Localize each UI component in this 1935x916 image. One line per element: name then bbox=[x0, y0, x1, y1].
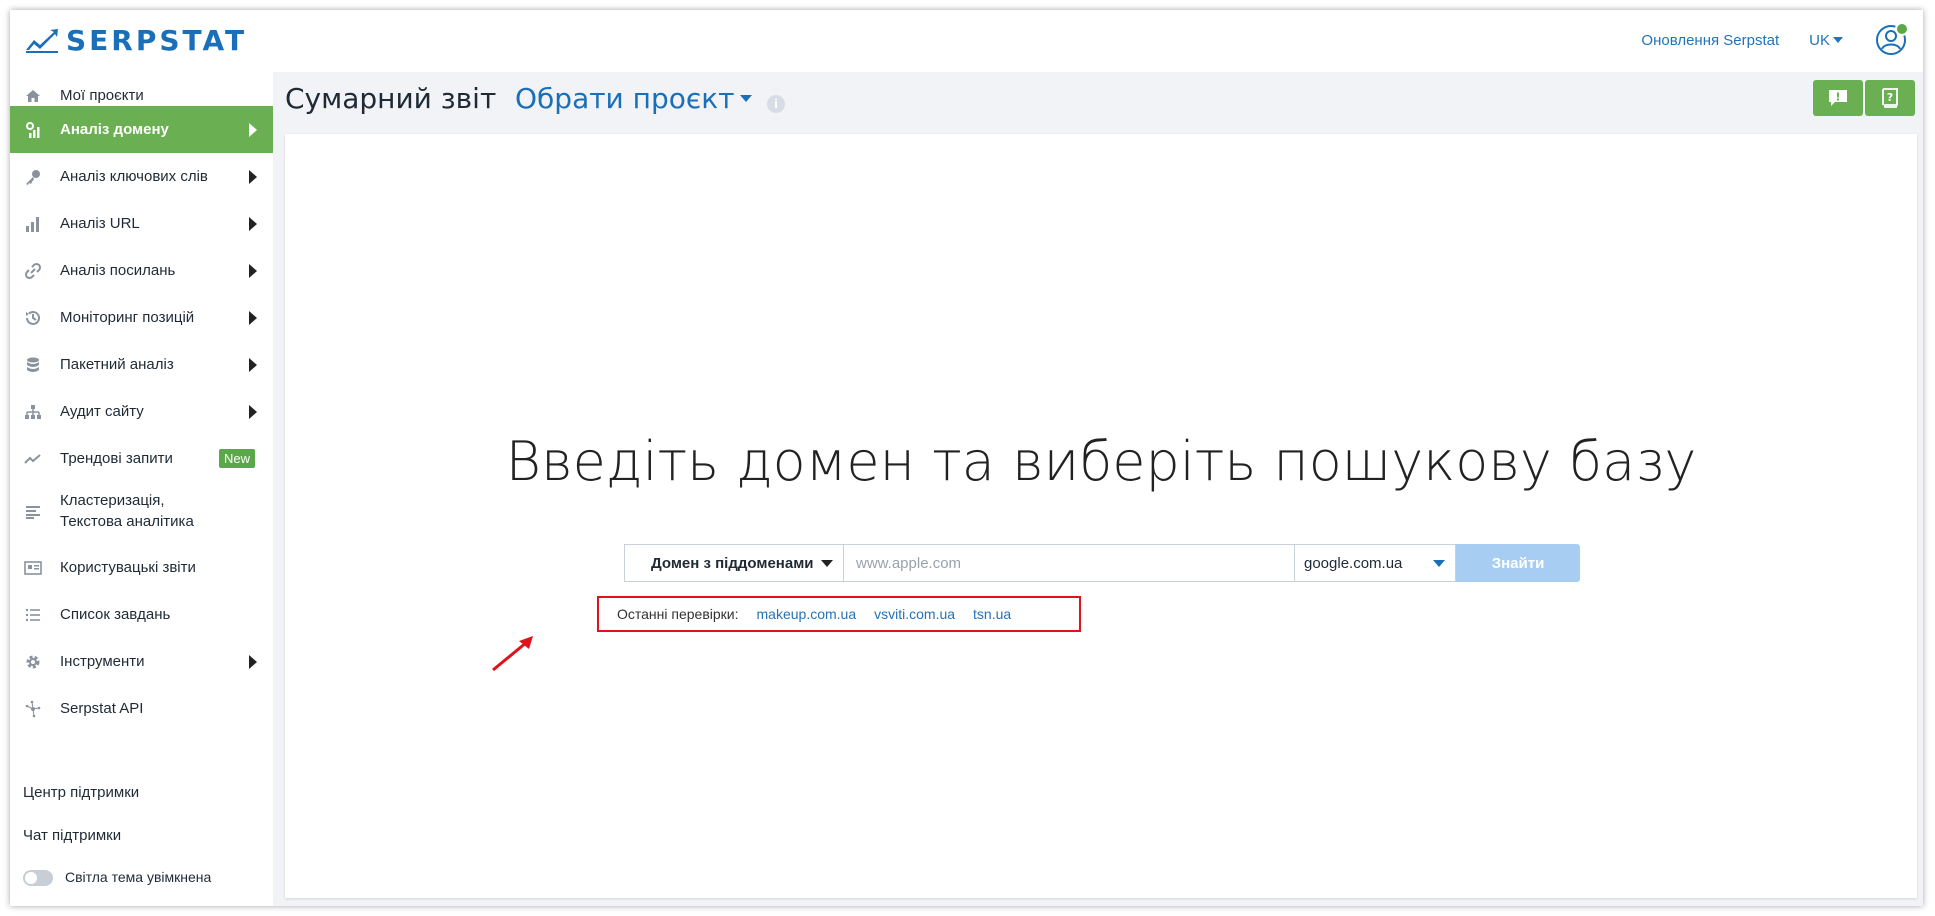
bar-chart-icon bbox=[23, 214, 43, 234]
updates-link[interactable]: Оновлення Serpstat bbox=[1641, 32, 1779, 49]
chevron-right-icon bbox=[249, 404, 257, 419]
sidebar-item-link-analysis[interactable]: Аналіз посилань bbox=[10, 247, 273, 294]
chevron-down-icon bbox=[821, 560, 833, 567]
online-status-dot bbox=[1895, 22, 1909, 36]
user-avatar[interactable] bbox=[1875, 22, 1909, 56]
api-icon bbox=[23, 699, 43, 719]
info-icon[interactable]: i bbox=[767, 95, 785, 113]
sidebar-item-label: Трендові запити bbox=[60, 450, 173, 467]
help-book-icon: ? bbox=[1882, 88, 1898, 108]
recent-check-link[interactable]: vsviti.com.ua bbox=[874, 606, 955, 622]
recent-check-link[interactable]: makeup.com.ua bbox=[757, 606, 857, 622]
search-database-label: google.com.ua bbox=[1304, 554, 1403, 572]
app-window: SERPSTAT Оновлення Serpstat UK Мої проєк… bbox=[10, 10, 1923, 906]
chevron-down-icon bbox=[1433, 560, 1445, 567]
search-mode-label: Домен з піддоменами bbox=[651, 554, 814, 572]
sidebar-item-position-monitoring[interactable]: Моніторинг позицій bbox=[10, 294, 273, 341]
domain-input[interactable] bbox=[843, 544, 1295, 582]
help-button[interactable]: ? bbox=[1865, 80, 1915, 116]
sidebar-item-keyword-analysis[interactable]: Аналіз ключових слів bbox=[10, 153, 273, 200]
gear-icon bbox=[23, 652, 43, 672]
search-button[interactable]: Знайти bbox=[1456, 544, 1580, 582]
recent-checks-label: Останні перевірки: bbox=[617, 606, 739, 622]
project-picker-label: Обрати проєкт bbox=[515, 82, 735, 115]
sidebar-item-trending-queries[interactable]: Трендові запити New bbox=[10, 435, 273, 482]
project-picker[interactable]: Обрати проєкт bbox=[515, 82, 753, 115]
chevron-right-icon bbox=[249, 169, 257, 184]
sidebar-item-label: Аналіз посилань bbox=[60, 262, 176, 279]
sidebar-item-domain-analysis[interactable]: Аналіз домену bbox=[10, 106, 273, 153]
sidebar-item-label: Інструменти bbox=[60, 653, 145, 670]
sidebar-item-batch-analysis[interactable]: Пакетний аналіз bbox=[10, 341, 273, 388]
new-badge: New bbox=[218, 449, 255, 468]
search-mode-select[interactable]: Домен з піддоменами bbox=[624, 544, 843, 582]
domain-analysis-icon bbox=[23, 120, 43, 140]
top-right-controls: Оновлення Serpstat UK bbox=[1641, 22, 1909, 56]
label-line-2: Текстова аналітика bbox=[60, 513, 194, 530]
key-icon bbox=[23, 167, 43, 187]
theme-toggle-label: Світла тема увімкнена bbox=[65, 869, 212, 885]
page-title: Сумарний звіт bbox=[285, 82, 497, 115]
sidebar-item-label: Аудит сайту bbox=[60, 403, 144, 420]
sidebar-item-url-analysis[interactable]: Аналіз URL bbox=[10, 200, 273, 247]
support-center-link[interactable]: Центр підтримки bbox=[23, 784, 139, 801]
serpstat-logo[interactable]: SERPSTAT bbox=[24, 24, 247, 57]
support-chat-link[interactable]: Чат підтримки bbox=[23, 827, 121, 844]
search-database-select[interactable]: google.com.ua bbox=[1295, 544, 1456, 582]
chevron-down-icon bbox=[1833, 37, 1843, 43]
sidebar-item-label: Мої проєкти bbox=[60, 87, 144, 104]
main-area: Сумарний звіт Обрати проєкт i ? Введіть … bbox=[273, 72, 1923, 906]
search-form: Домен з піддоменами google.com.ua Знайти bbox=[624, 544, 1580, 582]
sidebar-item-label: Аналіз домену bbox=[60, 121, 169, 138]
chevron-right-icon bbox=[249, 310, 257, 325]
cluster-icon bbox=[23, 502, 43, 522]
chevron-right-icon bbox=[249, 654, 257, 669]
annotation-arrow-icon bbox=[492, 636, 533, 672]
sidebar-item-label: Моніторинг позицій bbox=[60, 309, 195, 326]
sidebar-item-label: Serpstat API bbox=[60, 700, 144, 717]
feedback-button[interactable] bbox=[1813, 80, 1863, 116]
sidebar-item-label: Кластеризація, Текстова аналітика bbox=[60, 490, 194, 532]
alert-chat-icon bbox=[1829, 90, 1847, 106]
theme-toggle[interactable] bbox=[23, 870, 53, 886]
chevron-right-icon bbox=[249, 357, 257, 372]
chevron-right-icon bbox=[249, 216, 257, 231]
trend-icon bbox=[23, 449, 43, 469]
svg-text:?: ? bbox=[1887, 91, 1893, 104]
logo-text: SERPSTAT bbox=[66, 24, 248, 57]
list-icon bbox=[23, 605, 43, 625]
language-label: UK bbox=[1809, 31, 1830, 49]
search-headline: Введіть домен та виберіть пошукову базу bbox=[505, 430, 1697, 493]
logo-icon bbox=[26, 28, 58, 53]
sidebar-item-site-audit[interactable]: Аудит сайту bbox=[10, 388, 273, 435]
sidebar-item-serpstat-api[interactable]: Serpstat API bbox=[10, 685, 273, 732]
sidebar-item-label: Аналіз ключових слів bbox=[60, 168, 208, 185]
sidebar-item-label: Пакетний аналіз bbox=[60, 356, 174, 373]
sidebar-item-tools[interactable]: Інструменти bbox=[10, 638, 273, 685]
sidebar-item-label: Користувацькі звіти bbox=[60, 559, 196, 576]
home-icon bbox=[23, 86, 43, 106]
language-selector[interactable]: UK bbox=[1809, 32, 1843, 49]
history-icon bbox=[23, 308, 43, 328]
sidebar-item-label: Список завдань bbox=[60, 606, 171, 623]
recent-check-link[interactable]: tsn.ua bbox=[973, 606, 1011, 622]
sidebar: Мої проєкти Аналіз домену Аналіз ключови… bbox=[10, 72, 273, 906]
recent-checks: Останні перевірки: makeup.com.ua vsviti.… bbox=[597, 596, 1081, 632]
sitemap-icon bbox=[23, 402, 43, 422]
chevron-right-icon bbox=[249, 263, 257, 278]
chevron-down-icon bbox=[740, 95, 753, 102]
link-icon bbox=[23, 261, 43, 281]
database-icon bbox=[23, 355, 43, 375]
sidebar-item-custom-reports[interactable]: Користувацькі звіти bbox=[10, 544, 273, 591]
sidebar-item-clustering[interactable]: Кластеризація, Текстова аналітика bbox=[10, 482, 273, 542]
chevron-right-icon bbox=[249, 122, 257, 137]
content-panel: Введіть домен та виберіть пошукову базу … bbox=[285, 134, 1917, 898]
top-bar: SERPSTAT Оновлення Serpstat UK bbox=[10, 10, 1923, 73]
report-icon bbox=[23, 558, 43, 578]
sidebar-item-label: Аналіз URL bbox=[60, 215, 140, 232]
label-line-1: Кластеризація, bbox=[60, 492, 165, 509]
sidebar-item-task-list[interactable]: Список завдань bbox=[10, 591, 273, 638]
